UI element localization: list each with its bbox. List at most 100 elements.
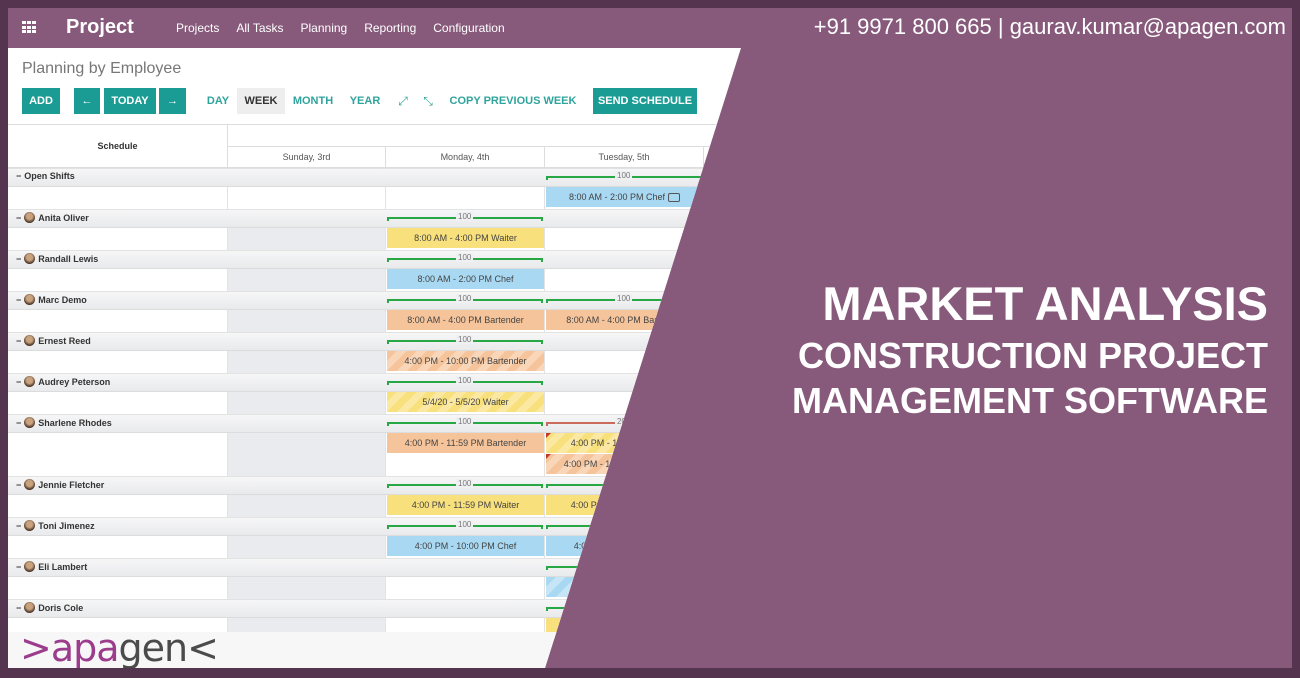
grid-header: Schedule Sunday, 3rd Monday, 4th Tuesday… [8, 124, 741, 168]
day-cell[interactable] [228, 392, 386, 414]
shift-pill[interactable]: 4:00 PM - 10:00 PM Bartender [387, 351, 544, 372]
today-button[interactable]: TODAY [104, 88, 156, 114]
scale-day[interactable]: DAY [200, 88, 236, 114]
schedule-header: Schedule [8, 125, 228, 167]
headline-market-analysis: MARKET ANALYSIS [822, 277, 1268, 330]
avatar [24, 602, 36, 613]
day-cell[interactable] [228, 187, 386, 209]
shift-pill[interactable]: 4:00 PM - 10:00 PM Chef [546, 536, 703, 557]
group-toggle[interactable]: − Sharlene Rhodes [16, 417, 112, 428]
group-header-row: − Randall Lewis 100 [8, 250, 741, 269]
allocation-bar: 100 [387, 253, 543, 262]
shift-pill[interactable]: 8:00 AM - 2:00 PM Chef [387, 269, 544, 290]
send-schedule-button[interactable]: SEND SCHEDULE [593, 88, 697, 114]
schedule-cell [8, 392, 228, 414]
group-body-row: 8:00 AM - 2:00 PM Chef [8, 187, 741, 209]
day-cell[interactable] [228, 495, 386, 517]
shift-text: 4:00 PM - 10:00 PM Bartender [404, 356, 527, 366]
shift-pill[interactable]: 4:00 PM - 11:59 PM Waiter [546, 433, 703, 454]
group-toggle[interactable]: − Doris Cole [16, 602, 83, 613]
avatar [24, 294, 36, 305]
menu-configuration[interactable]: Configuration [433, 21, 504, 35]
employee-name: Doris Cole [38, 602, 84, 613]
group-toggle[interactable]: − Open Shifts [16, 171, 75, 181]
scale-month[interactable]: MONTH [288, 88, 338, 114]
group-body-row: 5/4/20 - 5/5/20 Waiter [8, 392, 741, 414]
day-cell[interactable] [228, 433, 386, 476]
day-cell[interactable] [545, 228, 704, 250]
day-cell[interactable] [228, 536, 386, 558]
allocation-label: 100 [456, 479, 474, 488]
day-cell[interactable] [228, 228, 386, 250]
day-cell[interactable] [545, 269, 704, 291]
shift-pill[interactable]: 4:00 PM - 10:00 PM Chef [387, 536, 544, 557]
shift-pill[interactable]: 4:00 PM - 11:59 PM Bartender [546, 454, 703, 475]
group-body-row: 4:00 PM - 10:00 PM Bartender [8, 351, 741, 373]
group-toggle[interactable]: − Audrey Peterson [16, 376, 110, 387]
shift-pill[interactable]: 4:00 PM - 11:59 PM Waiter [387, 495, 544, 516]
group-toggle[interactable]: − Anita Oliver [16, 212, 89, 223]
apps-menu-icon[interactable] [22, 21, 37, 34]
allocation-label: 100 [615, 294, 633, 303]
view-title: Planning by Employee [22, 60, 182, 77]
allocation-bar: 100 [546, 479, 702, 488]
day-cell[interactable] [386, 577, 545, 599]
employee-group: − Ernest Reed 100 4:00 PM - 10:00 PM Barten… [8, 332, 741, 373]
day-cell[interactable] [545, 618, 704, 640]
shift-pill[interactable]: 8:00 AM - 4:00 PM Bartender [387, 310, 544, 331]
group-header-row: − Sharlene Rhodes 100 200 [8, 414, 741, 433]
shift-pill[interactable]: 8:00 AM - 4:00 PM Waiter [387, 228, 544, 249]
add-button[interactable]: ADD [22, 88, 60, 114]
shift-pill[interactable]: 4:00 PM - 11:59 PM Waiter [546, 495, 703, 516]
conflict-flag-icon [546, 433, 551, 438]
shift-pill[interactable]: 5/4/20 - 5/5/20 Waiter [387, 392, 544, 413]
copy-previous-week-button[interactable]: COPY PREVIOUS WEEK [448, 88, 578, 114]
avatar [24, 417, 36, 428]
menu-projects[interactable]: Projects [176, 21, 219, 35]
group-toggle[interactable]: − Eli Lambert [16, 561, 87, 572]
allocation-bar: 100 [546, 561, 702, 570]
scale-week[interactable]: WEEK [237, 88, 285, 114]
group-toggle[interactable]: − Ernest Reed [16, 335, 91, 346]
day-cell[interactable] [228, 310, 386, 332]
shift-pill[interactable]: 8:00 AM - 2:00 PM Chef [546, 187, 703, 208]
collapse-icon[interactable]: ⤡ [422, 95, 434, 107]
allocation-bar: 100 [387, 294, 543, 303]
group-toggle[interactable]: − Randall Lewis [16, 253, 98, 264]
day-cell[interactable] [545, 351, 704, 373]
shift-pill[interactable] [546, 577, 703, 598]
menu-planning[interactable]: Planning [301, 21, 348, 35]
expand-icon[interactable]: ⤢ [397, 95, 409, 107]
planning-panel: Planning by Employee ADD ← TODAY → DAY W… [8, 48, 741, 668]
allocation-bar: 100 [546, 171, 702, 180]
allocation-bar: 100 [387, 479, 543, 488]
scale-year[interactable]: YEAR [344, 88, 386, 114]
avatar [24, 479, 36, 490]
collapse-minus-icon: − [16, 171, 22, 181]
previous-button[interactable]: ← [74, 88, 100, 114]
employee-group: − Audrey Peterson 100 5/4/20 - 5/5/20 Waite… [8, 373, 741, 414]
group-toggle[interactable]: − Marc Demo [16, 294, 87, 305]
shift-pill[interactable] [546, 618, 703, 639]
allocation-label: 100 [456, 376, 474, 385]
collapse-minus-icon: − [16, 417, 22, 428]
group-toggle[interactable]: − Toni Jimenez [16, 520, 95, 531]
day-cell[interactable] [228, 269, 386, 291]
next-button[interactable]: → [159, 88, 186, 114]
group-body-row: 8:00 AM - 4:00 PM Waiter [8, 228, 741, 250]
menu-reporting[interactable]: Reporting [364, 21, 416, 35]
employee-name: Audrey Peterson [38, 376, 111, 387]
logo-part-2: gen< [118, 626, 219, 668]
shift-pill[interactable]: 4:00 PM - 11:59 PM Bartender [387, 433, 544, 454]
group-header-row: − Jennie Fletcher 100 100 [8, 476, 741, 495]
day-cell[interactable] [228, 577, 386, 599]
group-toggle[interactable]: − Jennie Fletcher [16, 479, 104, 490]
day-cell[interactable] [545, 392, 704, 414]
shift-pill[interactable]: 8:00 AM - 4:00 PM Bartender [546, 310, 703, 331]
menu-all-tasks[interactable]: All Tasks [236, 21, 283, 35]
day-cell[interactable] [228, 351, 386, 373]
allocation-bar: 100 [387, 212, 543, 221]
employee-name: Jennie Fletcher [38, 479, 105, 490]
group-header-row: − Ernest Reed 100 [8, 332, 741, 351]
day-cell[interactable] [386, 187, 545, 209]
